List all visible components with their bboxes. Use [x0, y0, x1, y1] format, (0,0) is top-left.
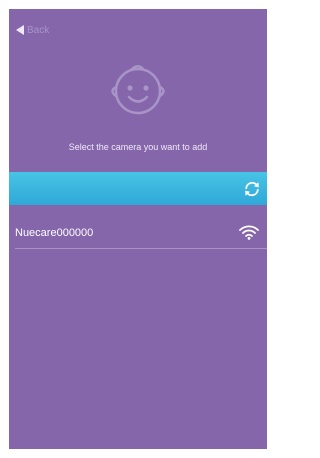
back-arrow-icon	[16, 25, 24, 35]
back-button[interactable]: Back	[16, 23, 49, 37]
camera-list-item[interactable]: Nuecare000000	[15, 219, 267, 249]
refresh-icon[interactable]	[243, 180, 261, 198]
wifi-icon	[239, 225, 259, 240]
select-camera-prompt: Select the camera you want to add	[68, 142, 208, 152]
back-label: Back	[27, 24, 50, 36]
baby-face-icon	[111, 65, 165, 115]
camera-name: Nuecare000000	[15, 227, 94, 239]
camera-select-screen: Back Select the camera you want to add N…	[9, 9, 267, 449]
refresh-bar	[9, 172, 267, 205]
